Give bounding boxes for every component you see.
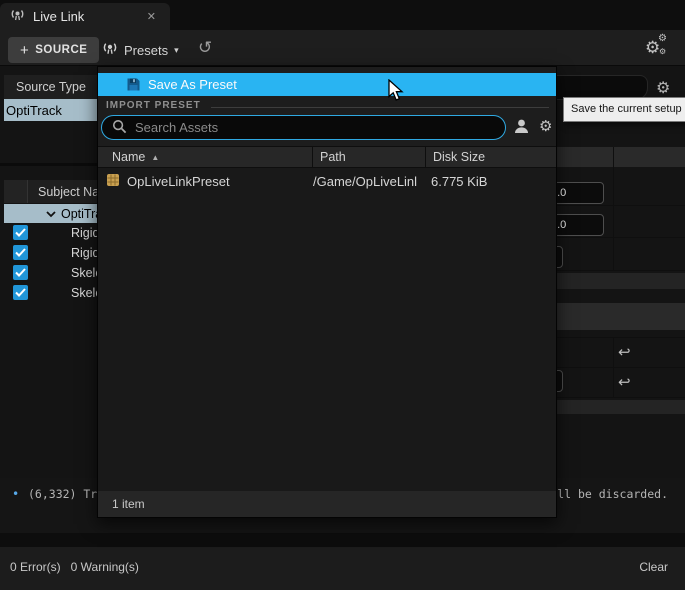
presets-button-label: Presets [124, 43, 168, 58]
grid-line [557, 397, 685, 398]
asset-disk-size: 6.775 KiB [426, 174, 556, 189]
settings-gears-icon[interactable]: ⚙ ⚙ ⚙ [645, 36, 677, 62]
subject-check-column-header[interactable] [4, 180, 28, 203]
sort-ascending-icon: ▲ [151, 153, 159, 162]
search-icon [112, 119, 127, 137]
asset-list-body [98, 168, 556, 491]
save-as-preset-label: Save As Preset [148, 77, 237, 92]
section-rule [211, 107, 549, 108]
column-header-disk-size[interactable]: Disk Size [426, 147, 556, 167]
tab-live-link[interactable]: Live Link ✕ [0, 3, 170, 30]
grid-line [557, 367, 685, 368]
plus-icon: + [20, 42, 29, 59]
presets-button[interactable]: Presets ▾ [102, 38, 179, 62]
save-icon [126, 77, 141, 95]
search-assets-input[interactable]: Search Assets [101, 115, 506, 140]
status-bar: 0 Error(s) 0 Warning(s) Clear [0, 547, 685, 590]
log-message-left: (6,332) Try [28, 487, 104, 501]
asset-path: /Game/OpLiveLinl [313, 174, 426, 189]
asset-table-header: Name ▲ Path Disk Size [98, 146, 556, 168]
clear-button[interactable]: Clear [639, 560, 668, 574]
grid-line [557, 270, 685, 271]
live-link-presets-icon [102, 41, 118, 60]
details-category-header[interactable] [557, 147, 685, 167]
import-preset-section: IMPORT PRESET [98, 98, 556, 114]
presets-dropdown-menu: Save As Preset IMPORT PRESET Search Asse… [97, 66, 557, 518]
asset-row[interactable]: OpLiveLinkPreset /Game/OpLiveLinl 6.775 … [98, 170, 556, 192]
save-as-preset-item[interactable]: Save As Preset [98, 73, 556, 96]
details-section-band [557, 273, 685, 289]
details-category-header[interactable] [557, 303, 685, 330]
asset-count-footer: 1 item [98, 491, 556, 517]
reset-to-default-icon[interactable]: ↩ [618, 343, 631, 361]
log-bullet-icon: • [12, 487, 19, 501]
live-link-icon [10, 8, 25, 26]
chevron-down-icon: ▾ [174, 45, 179, 56]
add-source-button[interactable]: + SOURCE [8, 37, 99, 63]
reset-to-default-icon[interactable]: ↩ [618, 373, 631, 391]
column-header-path[interactable]: Path [313, 147, 426, 167]
warning-count: 0 Warning(s) [71, 560, 139, 574]
details-section-band [557, 400, 685, 414]
error-count: 0 Error(s) [10, 560, 61, 574]
grid-vline [613, 147, 614, 270]
details-gear-icon[interactable]: ⚙ [656, 78, 670, 98]
subject-checkbox[interactable] [13, 245, 28, 260]
grid-line [557, 237, 685, 238]
subject-checkbox[interactable] [13, 265, 28, 280]
view-options-gear-icon[interactable]: ⚙ [539, 117, 552, 135]
search-placeholder: Search Assets [135, 120, 218, 135]
status-divider [0, 533, 685, 547]
subject-checkbox[interactable] [13, 285, 28, 300]
asset-name: OpLiveLinkPreset [127, 174, 230, 189]
tree-expand-icon[interactable] [46, 207, 56, 221]
tab-close-icon[interactable]: ✕ [143, 10, 160, 23]
log-message-right: ll be discarded. [557, 487, 668, 501]
column-header-name[interactable]: Name ▲ [98, 147, 313, 167]
grid-vline [613, 337, 614, 397]
person-filter-icon[interactable] [513, 118, 530, 137]
live-link-window: Live Link ✕ + SOURCE Presets ▾ ↺ ⚙ ⚙ ⚙ S… [0, 0, 685, 590]
grid-line [557, 205, 685, 206]
tab-title: Live Link [33, 9, 135, 24]
grid-line [557, 337, 685, 338]
subject-checkbox[interactable] [13, 225, 28, 240]
asset-icon [106, 173, 120, 190]
undo-icon[interactable]: ↺ [198, 38, 212, 58]
tooltip: Save the current setup [563, 97, 685, 122]
import-preset-label: IMPORT PRESET [106, 100, 201, 111]
source-button-label: SOURCE [35, 44, 87, 56]
